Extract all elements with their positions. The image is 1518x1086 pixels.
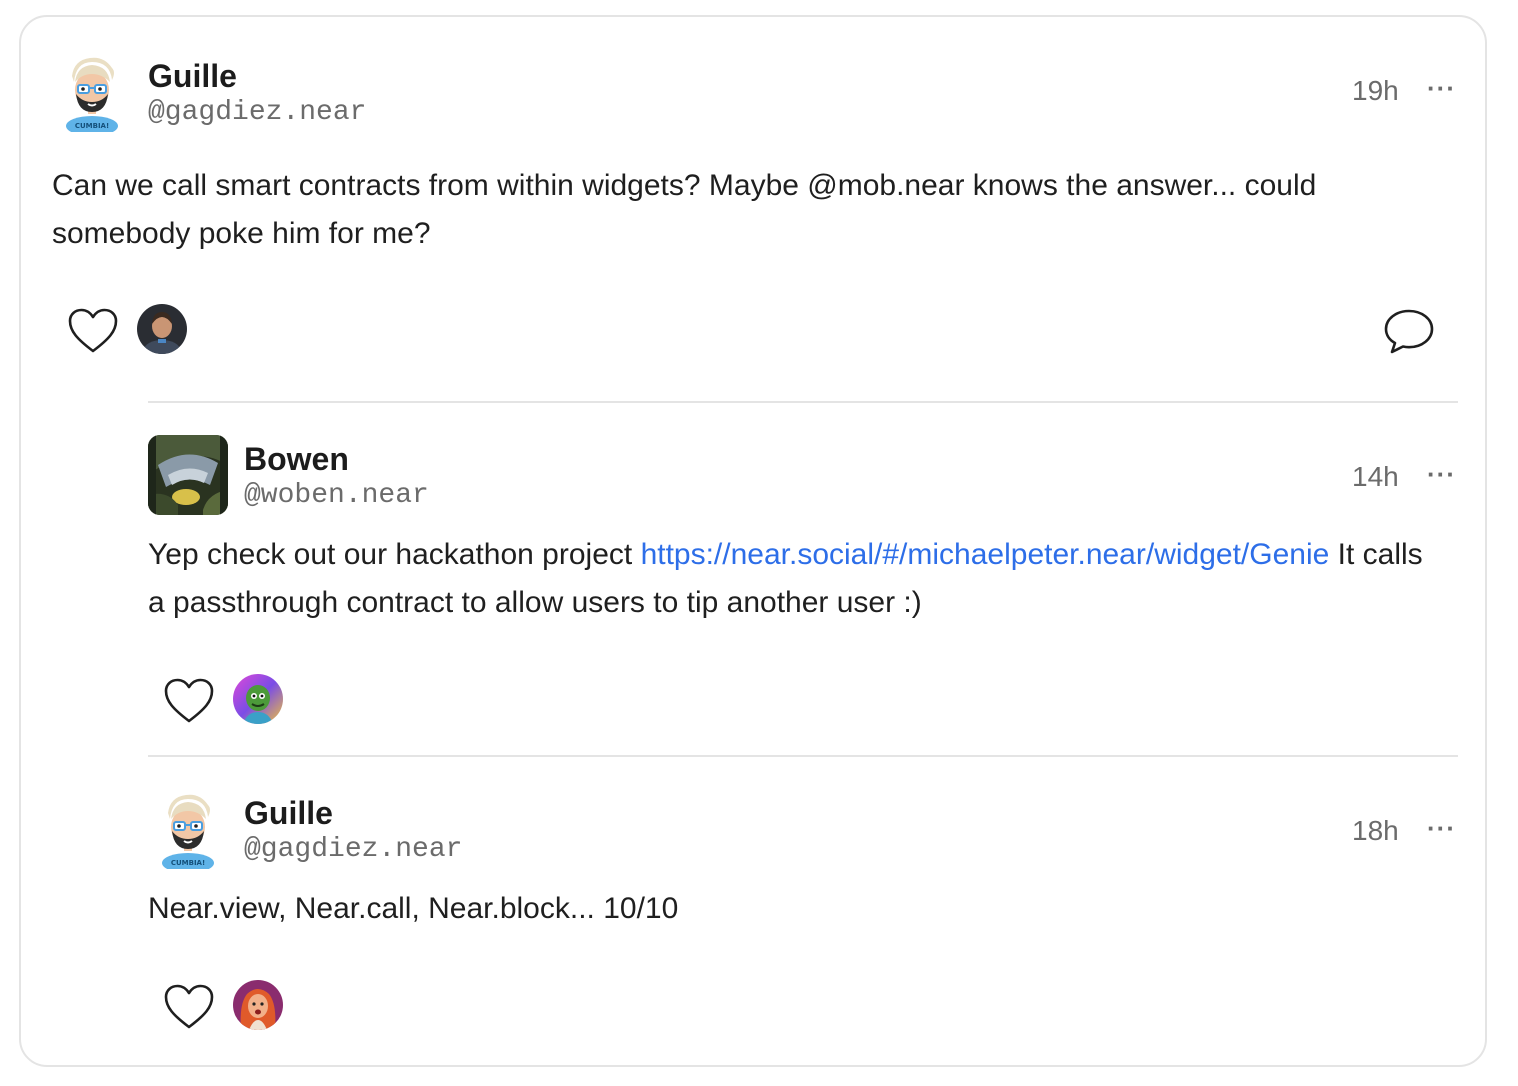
reply-header: Bowen @woben.near bbox=[148, 435, 429, 515]
author-handle[interactable]: @gagdiez.near bbox=[148, 94, 366, 132]
post-card: CUMBIA! Guille @gagdiez.near 19h ··· Can… bbox=[19, 15, 1487, 1067]
divider bbox=[148, 755, 1458, 757]
post-text: Near.view, Near.call, Near.block... 10/1… bbox=[148, 892, 679, 925]
avatar[interactable]: CUMBIA! bbox=[52, 52, 132, 132]
post-text: Yep check out our hackathon project http… bbox=[148, 531, 1438, 627]
post-text-before: Yep check out our hackathon project bbox=[148, 538, 641, 571]
svg-text:CUMBIA!: CUMBIA! bbox=[171, 859, 205, 867]
post-time[interactable]: 18h bbox=[1352, 815, 1399, 847]
author-name[interactable]: Guille bbox=[148, 58, 366, 94]
author-name[interactable]: Bowen bbox=[244, 441, 429, 477]
avatar[interactable]: CUMBIA! bbox=[148, 789, 228, 869]
heart-icon[interactable] bbox=[163, 677, 215, 725]
reply-header: CUMBIA! Guille @gagdiez.near bbox=[148, 789, 462, 869]
author-name[interactable]: Guille bbox=[244, 795, 462, 831]
post-header: CUMBIA! Guille @gagdiez.near bbox=[52, 52, 366, 132]
more-icon[interactable]: ··· bbox=[1427, 813, 1456, 844]
avatar[interactable] bbox=[148, 435, 228, 515]
heart-icon[interactable] bbox=[67, 307, 119, 355]
author-handle[interactable]: @woben.near bbox=[244, 477, 429, 515]
post-text: Can we call smart contracts from within … bbox=[52, 169, 1317, 250]
post-link[interactable]: https://near.social/#/michaelpeter.near/… bbox=[641, 538, 1330, 571]
post-time[interactable]: 14h bbox=[1352, 461, 1399, 493]
svg-text:CUMBIA!: CUMBIA! bbox=[75, 122, 109, 130]
comment-icon[interactable] bbox=[1383, 307, 1435, 355]
liker-avatar[interactable] bbox=[233, 980, 283, 1030]
author-handle[interactable]: @gagdiez.near bbox=[244, 831, 462, 869]
heart-icon[interactable] bbox=[163, 983, 215, 1031]
more-icon[interactable]: ··· bbox=[1427, 73, 1456, 104]
post-time[interactable]: 19h bbox=[1352, 75, 1399, 107]
divider bbox=[148, 401, 1458, 403]
liker-avatar[interactable] bbox=[137, 304, 187, 354]
more-icon[interactable]: ··· bbox=[1427, 459, 1456, 490]
liker-avatar[interactable] bbox=[233, 674, 283, 724]
